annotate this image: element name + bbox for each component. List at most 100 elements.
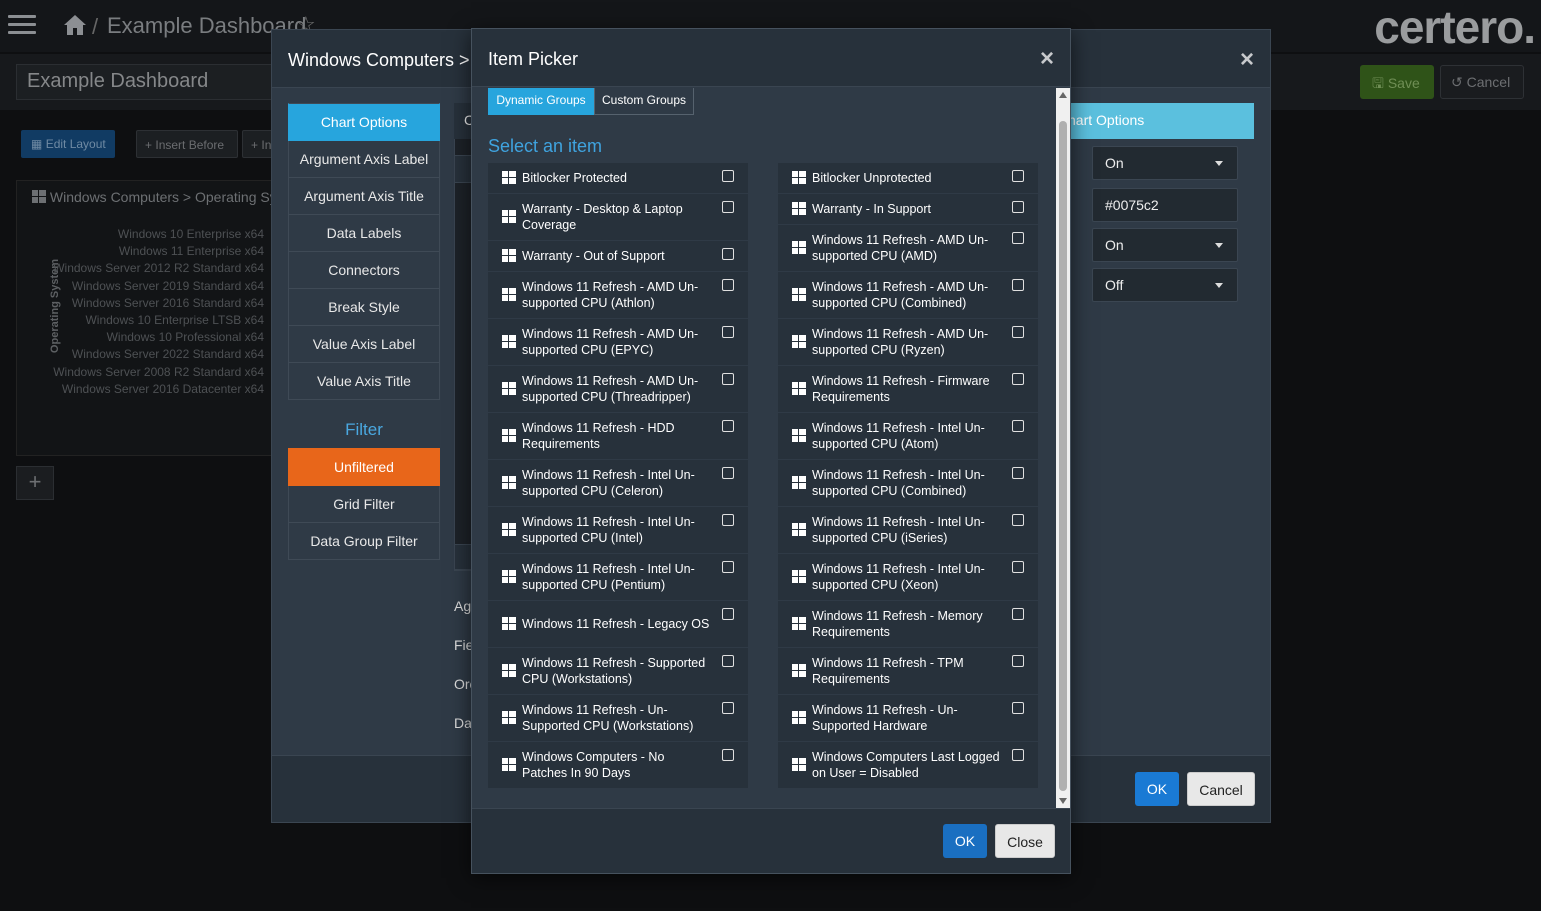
menu-item-data-labels[interactable]: Data Labels <box>288 215 440 252</box>
list-item[interactable]: Windows 11 Refresh - Intel Un-supported … <box>488 460 748 507</box>
list-item[interactable]: Windows 11 Refresh - AMD Un-supported CP… <box>778 225 1038 272</box>
menu-item-break-style[interactable]: Break Style <box>288 289 440 326</box>
list-item[interactable]: Windows 11 Refresh - Supported CPU (Work… <box>488 648 748 695</box>
close-button[interactable]: Close <box>995 824 1055 858</box>
checkbox[interactable] <box>722 373 734 385</box>
close-icon[interactable]: × <box>1040 45 1054 73</box>
checkbox[interactable] <box>1012 608 1024 620</box>
checkbox[interactable] <box>1012 702 1024 714</box>
close-icon[interactable]: × <box>1240 46 1254 74</box>
windows-icon <box>792 202 806 216</box>
filter-grid[interactable]: Grid Filter <box>288 486 440 523</box>
list-item[interactable]: Windows 11 Refresh - Un-Supported CPU (W… <box>488 695 748 742</box>
list-item[interactable]: Warranty - Out of Support <box>488 241 748 272</box>
checkbox[interactable] <box>1012 655 1024 667</box>
checkbox[interactable] <box>1012 467 1024 479</box>
checkbox[interactable] <box>1012 201 1024 213</box>
ok-button[interactable]: OK <box>1135 772 1179 806</box>
list-item[interactable]: Bitlocker Protected <box>488 163 748 194</box>
list-item[interactable]: Warranty - Desktop & Laptop Coverage <box>488 194 748 241</box>
save-button[interactable]: 🖫 Save <box>1360 65 1434 99</box>
windows-icon <box>792 523 806 537</box>
menu-item-argument-axis-title[interactable]: Argument Axis Title <box>288 178 440 215</box>
os-label-list: Windows 10 Enterprise x64 Windows 11 Ent… <box>50 226 264 398</box>
list-item[interactable]: Windows 11 Refresh - Intel Un-supported … <box>778 554 1038 601</box>
checkbox[interactable] <box>722 608 734 620</box>
scroll-thumb[interactable] <box>1059 121 1067 791</box>
checkbox[interactable] <box>722 702 734 714</box>
menu-item-value-axis-title[interactable]: Value Axis Title <box>288 363 440 400</box>
list-item[interactable]: Windows 11 Refresh - AMD Un-supported CP… <box>778 319 1038 366</box>
checkbox[interactable] <box>1012 561 1024 573</box>
list-item[interactable]: Warranty - In Support <box>778 194 1038 225</box>
list-item[interactable]: Windows Computers Last Logged on User = … <box>778 742 1038 789</box>
tab-custom-groups[interactable]: Custom Groups <box>594 88 694 115</box>
menu-item-value-axis-label[interactable]: Value Axis Label <box>288 326 440 363</box>
checkbox[interactable] <box>1012 514 1024 526</box>
list-item[interactable]: Windows 11 Refresh - Intel Un-supported … <box>778 413 1038 460</box>
list-item[interactable]: Windows 11 Refresh - Firmware Requiremen… <box>778 366 1038 413</box>
checkbox[interactable] <box>722 514 734 526</box>
list-item[interactable]: Windows 11 Refresh - Legacy OS <box>488 601 748 648</box>
list-item[interactable]: Windows 11 Refresh - AMD Un-supported CP… <box>488 366 748 413</box>
windows-icon <box>502 523 516 537</box>
list-item[interactable]: Windows 11 Refresh - Intel Un-supported … <box>778 460 1038 507</box>
windows-icon <box>502 288 516 302</box>
menu-item-argument-axis-label[interactable]: Argument Axis Label <box>288 141 440 178</box>
cancel-button[interactable]: Cancel <box>1187 772 1255 806</box>
list-item[interactable]: Windows 11 Refresh - AMD Un-supported CP… <box>778 272 1038 319</box>
windows-icon <box>502 429 516 443</box>
list-item[interactable]: Windows 11 Refresh - AMD Un-supported CP… <box>488 272 748 319</box>
checkbox[interactable] <box>1012 170 1024 182</box>
menu-item-connectors[interactable]: Connectors <box>288 252 440 289</box>
windows-icon <box>502 210 516 224</box>
list-item[interactable]: Windows 11 Refresh - Intel Un-supported … <box>488 554 748 601</box>
tab-chart-options[interactable]: hart Options <box>1056 103 1254 139</box>
checkbox[interactable] <box>722 655 734 667</box>
checkbox[interactable] <box>1012 326 1024 338</box>
tab-dynamic-groups[interactable]: Dynamic Groups <box>488 88 594 115</box>
list-item[interactable]: Windows 11 Refresh - AMD Un-supported CP… <box>488 319 748 366</box>
list-item[interactable]: Windows 11 Refresh - Intel Un-supported … <box>488 507 748 554</box>
color-input[interactable]: #0075c2 <box>1092 188 1238 222</box>
insert-before-button[interactable]: + Insert Before <box>136 130 238 158</box>
list-item[interactable]: Windows 11 Refresh - Un-Supported Hardwa… <box>778 695 1038 742</box>
option-select[interactable]: On <box>1092 146 1238 180</box>
hamburger-menu-icon[interactable] <box>8 10 36 40</box>
option-select[interactable]: Off <box>1092 268 1238 302</box>
checkbox[interactable] <box>722 248 734 260</box>
filter-unfiltered[interactable]: Unfiltered <box>288 448 440 486</box>
list-item[interactable]: Bitlocker Unprotected <box>778 163 1038 194</box>
scroll-up-arrow-icon[interactable] <box>1059 92 1067 98</box>
checkbox[interactable] <box>722 420 734 432</box>
list-item[interactable]: Windows 11 Refresh - Intel Un-supported … <box>778 507 1038 554</box>
checkbox[interactable] <box>722 279 734 291</box>
checkbox[interactable] <box>1012 749 1024 761</box>
cancel-button[interactable]: ↺ Cancel <box>1440 65 1524 99</box>
add-widget-button[interactable]: + <box>16 466 54 500</box>
list-item[interactable]: Windows 11 Refresh - Memory Requirements <box>778 601 1038 648</box>
os-label: Windows Server 2012 R2 Standard x64 <box>53 261 264 276</box>
checkbox[interactable] <box>722 561 734 573</box>
edit-layout-button[interactable]: ▦ Edit Layout <box>21 130 115 158</box>
checkbox[interactable] <box>1012 373 1024 385</box>
menu-item-chart-options[interactable]: Chart Options <box>288 103 440 141</box>
checkbox[interactable] <box>722 201 734 213</box>
checkbox[interactable] <box>1012 232 1024 244</box>
checkbox[interactable] <box>722 467 734 479</box>
list-item[interactable]: Windows Computers - No Patches In 90 Day… <box>488 742 748 789</box>
checkbox[interactable] <box>1012 420 1024 432</box>
filter-data-group[interactable]: Data Group Filter <box>288 523 440 560</box>
list-item[interactable]: Windows 11 Refresh - HDD Requirements <box>488 413 748 460</box>
list-item[interactable]: Windows 11 Refresh - TPM Requirements <box>778 648 1038 695</box>
home-icon[interactable] <box>62 12 88 38</box>
checkbox[interactable] <box>722 170 734 182</box>
option-select[interactable]: On <box>1092 228 1238 262</box>
scrollbar[interactable] <box>1056 88 1070 808</box>
checkbox[interactable] <box>1012 279 1024 291</box>
checkbox[interactable] <box>722 749 734 761</box>
scroll-down-arrow-icon[interactable] <box>1059 798 1067 804</box>
ok-button[interactable]: OK <box>943 824 987 858</box>
checkbox[interactable] <box>722 326 734 338</box>
dashboard-name-input[interactable]: Example Dashboard <box>16 64 276 100</box>
